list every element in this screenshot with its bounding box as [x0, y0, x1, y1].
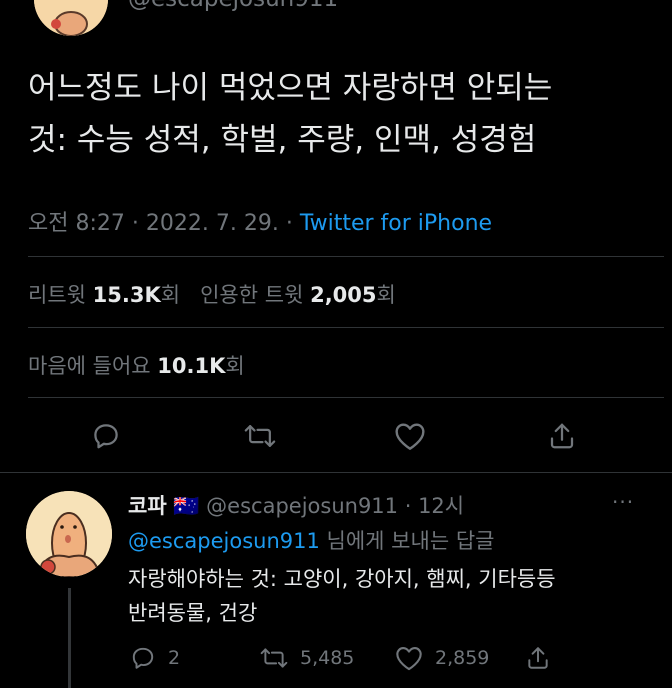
retweet-button[interactable] — [240, 416, 280, 456]
reply-retweet-button[interactable]: 5,485 — [260, 645, 354, 671]
reply-icon — [132, 647, 154, 669]
retweets-stat[interactable]: 리트윗 15.3K회 — [28, 283, 180, 307]
reply-button[interactable] — [86, 416, 126, 456]
tweet-stats: 리트윗 15.3K회 인용한 트윗 2,005회 — [28, 279, 396, 309]
tweet-text-line: 것: 수능 성적, 학벌, 주량, 인맥, 성경험 — [28, 122, 537, 158]
reply-avatar[interactable] — [26, 491, 112, 577]
retweets-count: 15.3K — [92, 283, 161, 307]
heart-icon — [395, 423, 425, 450]
retweet-icon — [260, 648, 288, 668]
retweets-label: 리트윗 — [28, 283, 86, 307]
share-icon — [528, 647, 548, 669]
likes-count: 10.1K — [157, 354, 226, 378]
heart-icon — [396, 647, 422, 671]
author-handle[interactable]: @escapejosun911 — [128, 0, 338, 12]
quotes-count: 2,005 — [310, 283, 377, 307]
share-button[interactable] — [542, 416, 582, 456]
reply-like-count: 2,859 — [435, 647, 490, 669]
divider — [28, 256, 664, 257]
reply-author-handle[interactable]: @escapejosun911 — [206, 494, 398, 518]
retweets-unit: 회 — [160, 283, 181, 307]
quotes-unit: 회 — [376, 283, 396, 307]
meta-separator: · — [278, 211, 300, 236]
tweet-meta: 오전 8:27 · 2022. 7. 29. · Twitter for iPh… — [28, 205, 492, 237]
divider — [0, 472, 672, 473]
reply-header: 코파 🇦🇺 @escapejosun911 · 12시 — [128, 490, 464, 520]
reply-text-line: 반려동물, 건강 — [128, 601, 258, 625]
replying-suffix: 님에게 보내는 답글 — [326, 529, 495, 553]
quotes-stat[interactable]: 인용한 트윗 2,005회 — [200, 283, 396, 307]
reply-time[interactable]: 12시 — [418, 494, 464, 518]
divider — [28, 327, 664, 328]
flag-icon: 🇦🇺 — [173, 494, 200, 518]
reply-author-name[interactable]: 코파 — [128, 494, 167, 518]
reply-reply-button[interactable]: 2 — [130, 645, 180, 671]
avatar[interactable] — [34, 0, 108, 36]
tweet-time[interactable]: 오전 8:27 — [28, 211, 125, 236]
more-icon[interactable]: ··· — [612, 490, 634, 514]
like-button[interactable] — [390, 416, 430, 456]
quotes-label: 인용한 트윗 — [200, 283, 304, 307]
reply-reply-count: 2 — [168, 647, 181, 669]
meta-separator: · — [398, 494, 419, 518]
replying-to: @escapejosun911 님에게 보내는 답글 — [128, 525, 494, 555]
reply-icon — [94, 424, 118, 449]
thread-line — [68, 588, 71, 688]
likes-label: 마음에 들어요 — [28, 354, 151, 378]
replying-mention[interactable]: @escapejosun911 — [128, 529, 320, 553]
meta-separator: · — [124, 211, 146, 236]
tweet-date[interactable]: 2022. 7. 29. — [146, 211, 279, 236]
tweet-text-line: 어느정도 나이 먹었으면 자랑하면 안되는 — [28, 70, 553, 106]
tweet-source[interactable]: Twitter for iPhone — [300, 211, 492, 236]
reply-share-button[interactable] — [525, 645, 563, 671]
divider — [28, 397, 664, 398]
likes-unit: 회 — [225, 354, 245, 378]
likes-stat[interactable]: 마음에 들어요 10.1K회 — [28, 350, 245, 380]
retweet-icon — [244, 425, 276, 447]
tweet-text: 어느정도 나이 먹었으면 자랑하면 안되는 것: 수능 성적, 학벌, 주량, … — [28, 62, 648, 166]
reply-text-line: 자랑해야하는 것: 고양이, 강아지, 햄찌, 기타등등 — [128, 567, 556, 591]
reply-like-button[interactable]: 2,859 — [395, 645, 489, 671]
reply-retweet-count: 5,485 — [300, 647, 355, 669]
share-icon — [550, 423, 574, 449]
reply-text: 자랑해야하는 것: 고양이, 강아지, 햄찌, 기타등등 반려동물, 건강 — [128, 562, 648, 630]
